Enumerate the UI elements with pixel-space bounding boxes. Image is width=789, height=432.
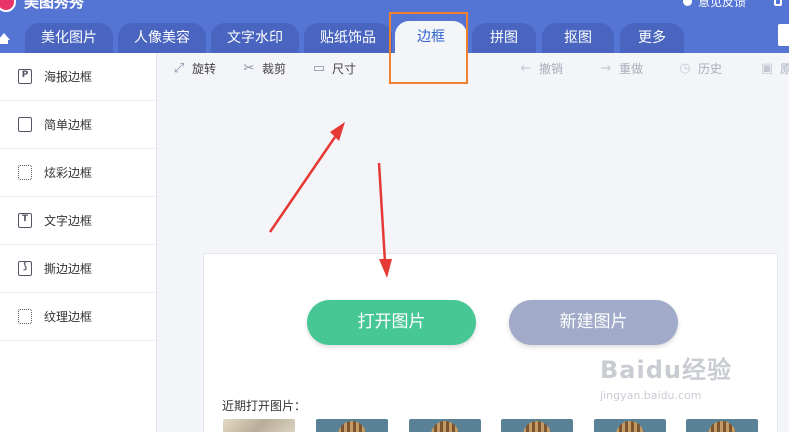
annotation-arrow-down	[377, 162, 392, 278]
annotation-arrow-up	[268, 122, 345, 233]
annotation-arrows	[268, 122, 392, 278]
